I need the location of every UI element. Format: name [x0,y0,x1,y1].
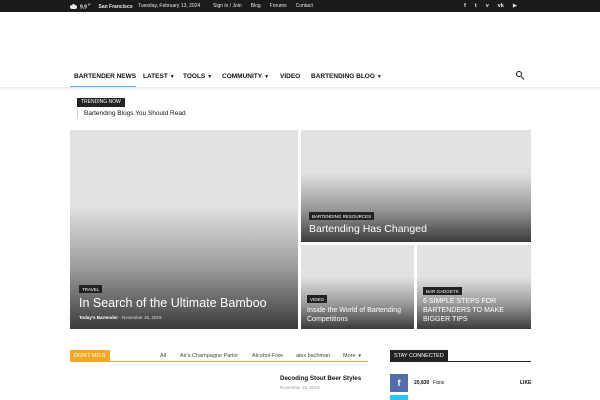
twitter-icon[interactable] [390,395,408,400]
facebook-fan-count: 20,830 [414,380,430,386]
tab-all[interactable]: All [160,353,166,359]
nav-item-bartending-blog[interactable]: BARTENDING BLOG ▼ [311,73,382,80]
top-links: Sign in / Join Blog Forums Contact [213,3,313,9]
featured-title[interactable]: 6 SIMPLE STEPS FOR BARTENDERS TO MAKE BI… [423,297,529,324]
chevron-down-icon: ▼ [169,74,175,80]
post-date: November 15, 2019 [280,385,320,390]
category-badge[interactable]: BARTENDING RESOURCES [309,212,375,220]
nav-item-video[interactable]: VIDEO [280,73,300,80]
category-badge[interactable]: VIDEO [307,295,328,303]
chevron-down-icon: ▼ [376,74,382,80]
weather-widget: 9.9 F San Francisco [70,3,133,11]
forums-link[interactable]: Forums [270,3,287,9]
chevron-down-icon: ▼ [357,353,362,358]
facebook-fans-label: Fans [433,380,445,386]
featured-title[interactable]: Bartending Has Changed [309,223,427,235]
trending-label: TRENDING NOW [77,98,125,107]
featured-title[interactable]: In Search of the Ultimate Bamboo [79,296,267,310]
category-badge[interactable]: BAR GADGETS [423,287,462,295]
more-tabs-dropdown[interactable]: More ▼ [343,353,362,359]
dont-miss-underline [70,361,368,362]
nav-item-latest[interactable]: LATEST ▼ [143,73,175,80]
facebook-icon[interactable]: f [464,3,466,9]
post-author[interactable]: Today's Bartender [79,315,118,320]
nav-item-community[interactable]: COMMUNITY ▼ [222,73,269,80]
featured-tile-main[interactable]: TRAVEL In Search of the Ultimate Bamboo … [70,130,298,329]
facebook-like-button[interactable]: LIKE [520,380,531,386]
trending-divider [77,109,78,118]
signin-link[interactable]: Sign in / Join [213,3,242,9]
weather-city: San Francisco [98,3,133,10]
featured-title[interactable]: Inside the World of Bartending Competiti… [307,306,407,324]
chevron-down-icon: ▼ [207,74,213,80]
vk-icon[interactable]: vk [498,3,504,9]
cloud-icon [70,4,77,10]
nav-item-bartender-news[interactable]: BARTENDER NEWS [74,73,136,80]
featured-tile-4[interactable]: BAR GADGETS 6 SIMPLE STEPS FOR BARTENDER… [417,245,531,329]
facebook-icon[interactable]: f [390,374,408,392]
blog-link[interactable]: Blog [251,3,261,9]
nav-item-tools[interactable]: TOOLS ▼ [183,73,212,80]
dont-miss-label: DON'T MISS [70,350,110,362]
twitter-icon[interactable]: t [475,3,477,9]
vimeo-icon[interactable]: v [486,3,489,9]
category-badge[interactable]: TRAVEL [79,285,103,293]
youtube-icon[interactable]: ▶ [513,3,517,9]
stay-connected-label: STAY CONNECTED [390,350,448,362]
main-nav: BARTENDER NEWS LATEST ▼ TOOLS ▼ COMMUNITY ▼… [70,68,532,88]
tab-alex-bachman[interactable]: alex bachman [296,353,330,359]
featured-tile-2[interactable]: BARTENDING RESOURCES Bartending Has Chan… [301,130,531,242]
post-title[interactable]: Decoding Stout Beer Styles [280,375,361,382]
nav-shadow [0,87,600,90]
current-date: Tuesday, February 13, 2024 [138,3,201,9]
temperature: 9.9 F [80,3,91,11]
social-icons: f t v vk ▶ [464,3,517,9]
contact-link[interactable]: Contact [296,3,313,9]
search-icon[interactable] [516,71,525,81]
featured-tile-3[interactable]: VIDEO Inside the World of Bartending Com… [301,245,414,329]
tab-airs-champagne-parlor[interactable]: Air's Champagne Parlor [180,353,238,359]
trending-headline[interactable]: Bartending Blogs You Should Read [84,110,186,117]
top-bar: 9.9 F San Francisco Tuesday, February 13… [0,0,600,12]
chevron-down-icon: ▼ [264,74,270,80]
tab-alcohol-free[interactable]: Alcohol-Free [252,353,283,359]
post-date: November 15, 2019 [122,315,162,320]
post-meta: Today's Bartender - November 15, 2019 [79,315,162,320]
